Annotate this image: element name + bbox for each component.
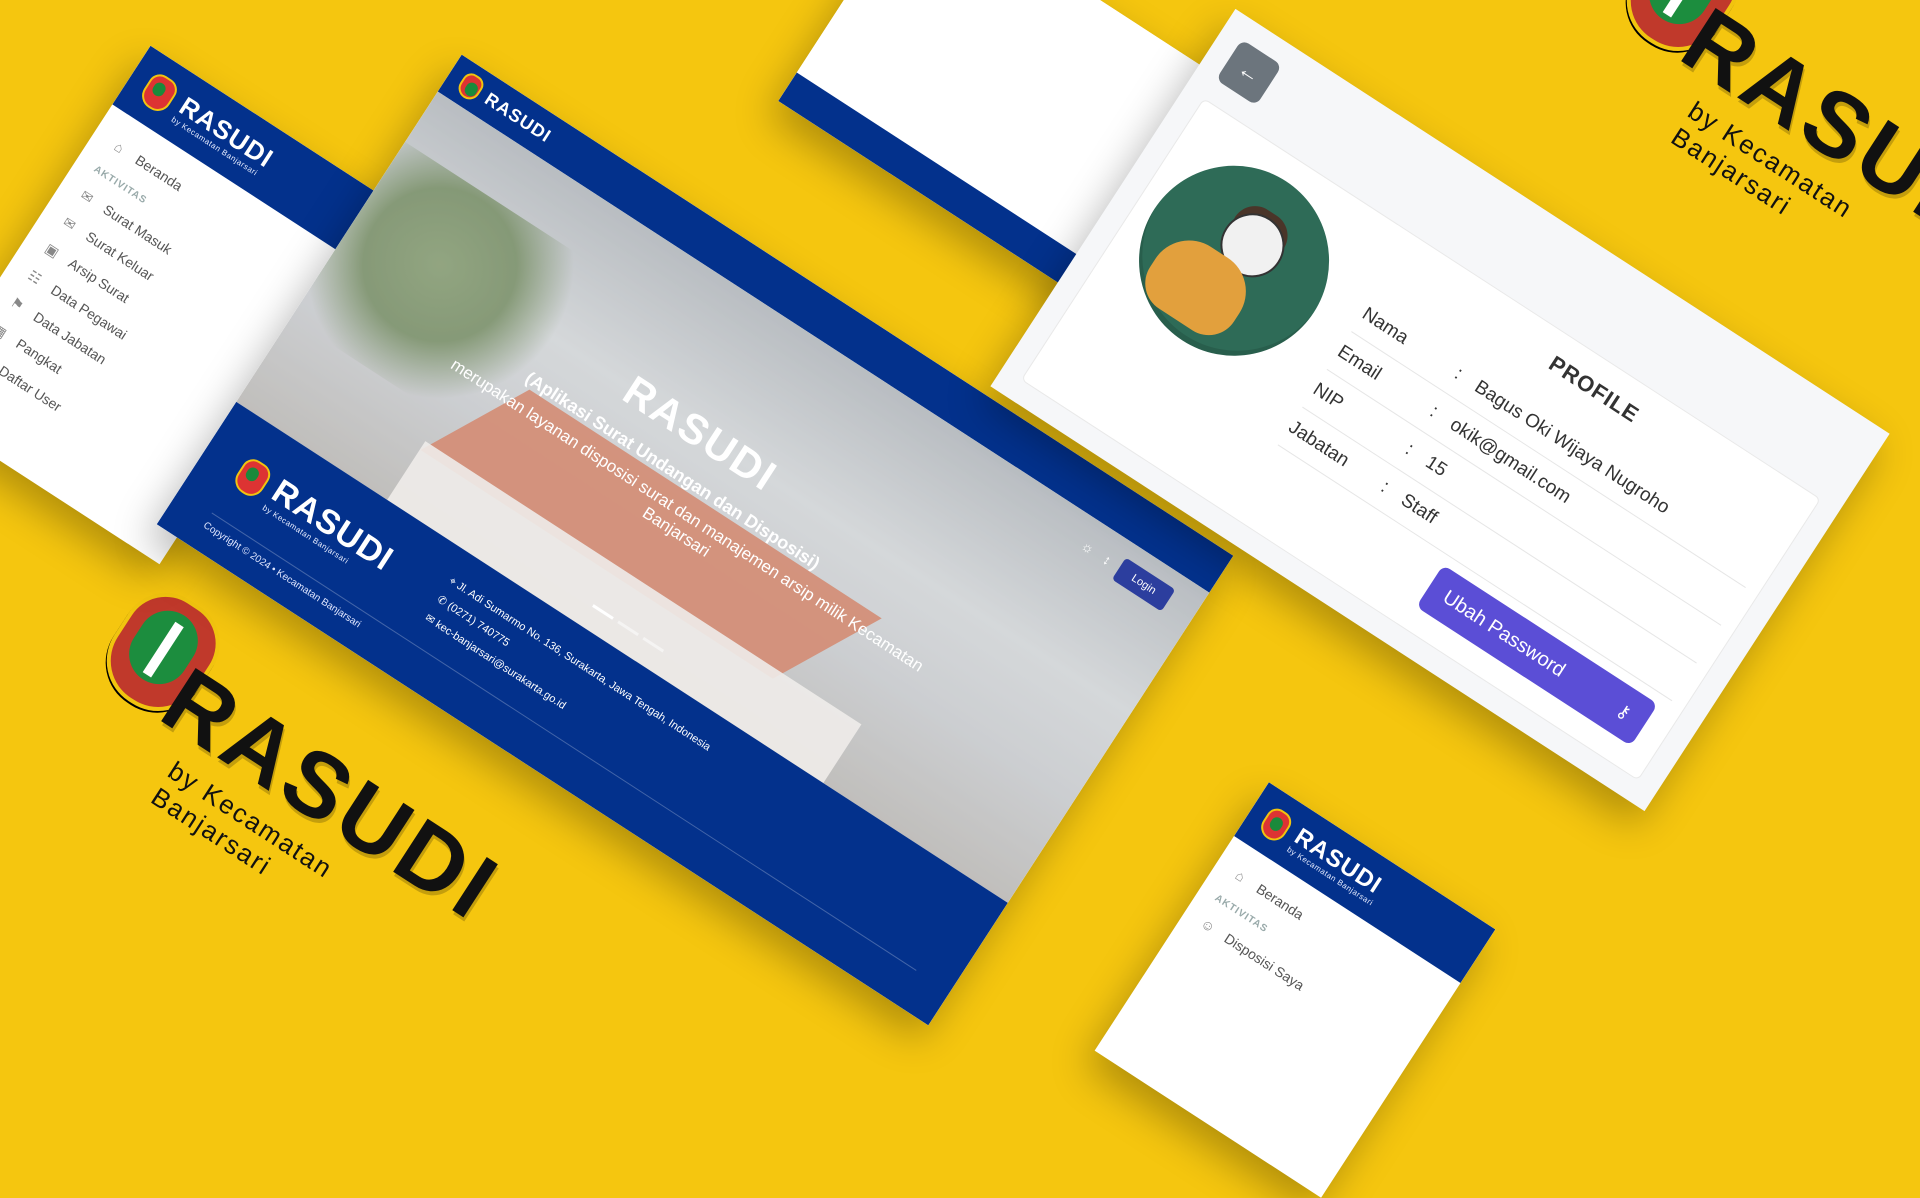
sidebar-item-label: Disposisi Saya [1221,930,1308,994]
crest-icon [136,69,182,117]
mail-in-icon: ✉ [78,186,97,207]
sidebar-user-panel: RASUDI by Kecamatan Banjarsari ⌂ Beranda… [1094,782,1496,1198]
crest-icon [1256,804,1296,846]
sidebar-item-label: Beranda [1253,880,1307,923]
back-button[interactable]: ← [1215,39,1283,106]
users-icon: ☷ [25,266,45,287]
profile-value-jabatan: Staff [1397,489,1441,529]
crest-icon [230,454,275,502]
avatar [1102,129,1366,393]
home-icon: ⌂ [111,138,128,157]
user-icon: ☺ [1197,914,1219,936]
home-icon: ⌂ [1232,866,1249,885]
key-icon: ⚷ [1613,699,1635,724]
rank-icon: ▦ [0,319,11,341]
position-icon: ⚑ [8,293,28,314]
crest-icon [454,69,488,104]
archive-icon: ▣ [42,239,63,261]
mail-out-icon: ✉ [60,213,80,233]
sidebar-item-label: Beranda [132,151,186,195]
